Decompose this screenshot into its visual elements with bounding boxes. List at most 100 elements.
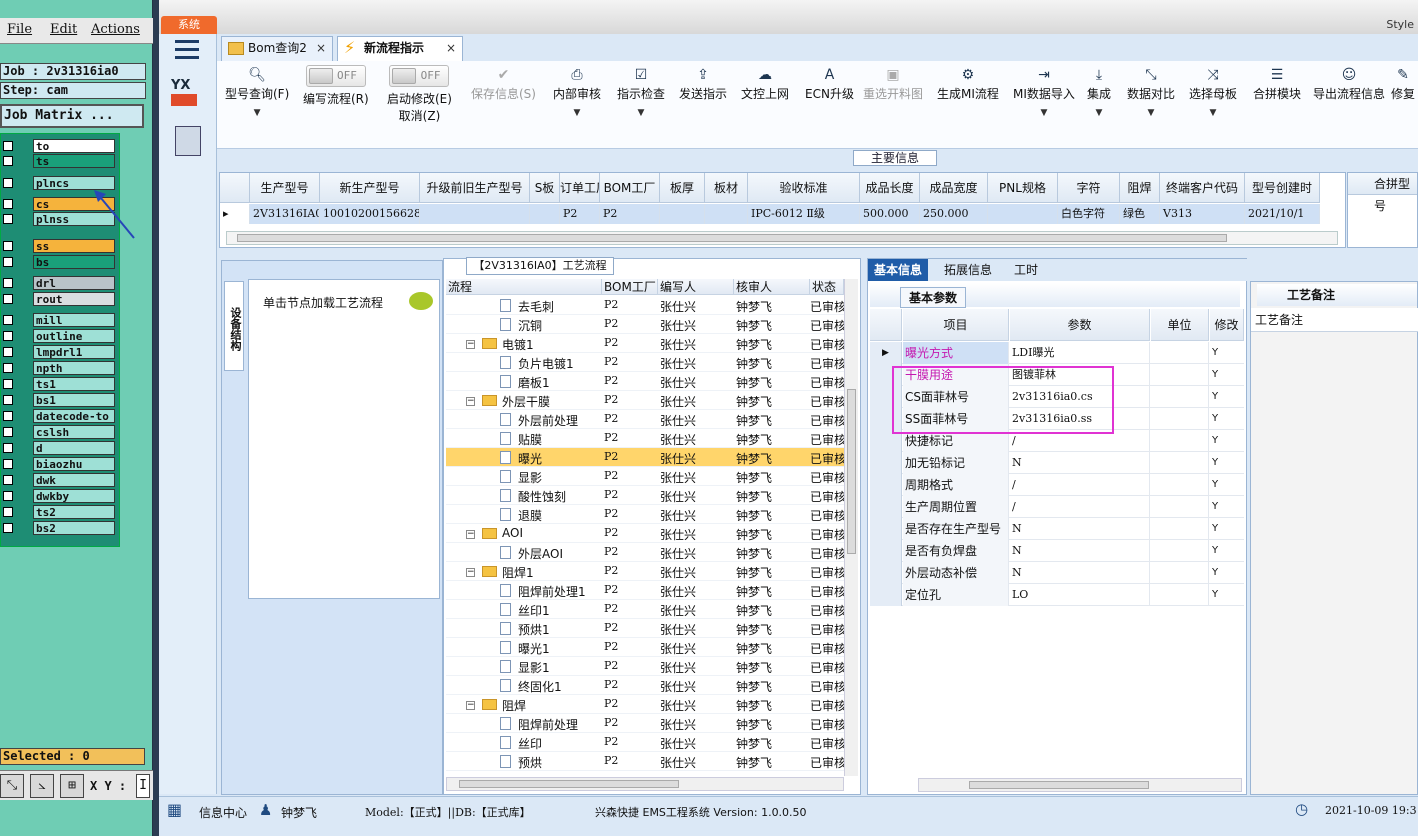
- column-header[interactable]: 验收标准: [748, 173, 860, 203]
- job-matrix-button[interactable]: Job Matrix ...: [0, 104, 144, 128]
- measure-icon[interactable]: ⦣: [30, 774, 54, 798]
- column-header[interactable]: 板材: [705, 173, 748, 203]
- tree-row[interactable]: 丝印 P2 张仕兴 钟梦飞 已审核: [446, 733, 844, 752]
- layer-checkbox[interactable]: [3, 475, 13, 485]
- tab-bom-query[interactable]: Bom查询2 ×: [221, 36, 333, 61]
- layer-name[interactable]: bs2: [33, 521, 115, 535]
- tab-basic-info[interactable]: 基本信息: [868, 259, 929, 281]
- layer-name[interactable]: datecode-to: [33, 409, 115, 423]
- style-label[interactable]: Style: [1386, 18, 1414, 31]
- yx-app-icon[interactable]: YX: [171, 78, 203, 112]
- tree-row[interactable]: 去毛刺 P2 张仕兴 钟梦飞 已审核: [446, 296, 844, 315]
- param-row[interactable]: 定位孔 LO Y: [870, 584, 1244, 606]
- table-cell[interactable]: P2: [600, 204, 660, 224]
- vertical-scrollbar[interactable]: [844, 279, 858, 776]
- layer-row[interactable]: rout: [1, 292, 119, 306]
- chevron-down-icon[interactable]: ▼: [1087, 108, 1111, 118]
- column-header[interactable]: 字符: [1058, 173, 1120, 203]
- param-value[interactable]: N: [1010, 452, 1150, 474]
- tab-work-hours[interactable]: 工时: [1008, 259, 1044, 281]
- layer-checkbox[interactable]: [3, 156, 13, 166]
- layer-name[interactable]: biaozhu: [33, 457, 115, 471]
- column-header[interactable]: 升级前旧生产型号: [420, 173, 530, 203]
- layer-checkbox[interactable]: [3, 178, 13, 188]
- column-header[interactable]: BOM工厂: [600, 173, 660, 203]
- layer-row[interactable]: mill: [1, 313, 119, 327]
- tree-row[interactable]: 预烘 P2 张仕兴 钟梦飞 已审核: [446, 752, 844, 771]
- tree-row[interactable]: 显影 P2 张仕兴 钟梦飞 已审核: [446, 467, 844, 486]
- layer-checkbox[interactable]: [3, 507, 13, 517]
- tree-row[interactable]: 外层前处理 P2 张仕兴 钟梦飞 已审核: [446, 410, 844, 429]
- column-header[interactable]: 流程: [446, 279, 602, 295]
- menu-icon[interactable]: [175, 40, 199, 60]
- tree-row[interactable]: − 阻焊1 P2 张仕兴 钟梦飞 已审核: [446, 562, 844, 581]
- layer-checkbox[interactable]: [3, 491, 13, 501]
- layer-row[interactable]: bs: [1, 255, 119, 269]
- chevron-down-icon[interactable]: ▼: [1189, 108, 1237, 118]
- layer-name[interactable]: outline: [33, 329, 115, 343]
- tree-row[interactable]: 退膜 P2 张仕兴 钟梦飞 已审核: [446, 505, 844, 524]
- layer-checkbox[interactable]: [3, 199, 13, 209]
- generate-mi-button[interactable]: ⚙ 生成MI流程: [937, 65, 999, 102]
- auto-modify-toggle[interactable]: OFF 启动修改(E) 取消(Z): [387, 65, 452, 124]
- layer-name[interactable]: bs: [33, 255, 115, 269]
- tree-row[interactable]: 曝光1 P2 张仕兴 钟梦飞 已审核: [446, 638, 844, 657]
- layer-checkbox[interactable]: [3, 331, 13, 341]
- column-header[interactable]: 型号创建时: [1245, 173, 1320, 203]
- layer-row[interactable]: ts: [1, 154, 119, 168]
- column-header[interactable]: 编写人: [658, 279, 734, 295]
- tree-row[interactable]: 酸性蚀刻 P2 张仕兴 钟梦飞 已审核: [446, 486, 844, 505]
- reselect-image-button[interactable]: ▣ 重选开料图: [863, 65, 923, 102]
- column-header[interactable]: 成品长度: [860, 173, 920, 203]
- zoom-icon[interactable]: ⤡: [0, 774, 24, 798]
- layer-checkbox[interactable]: [3, 459, 13, 469]
- param-value[interactable]: N: [1010, 562, 1150, 584]
- layer-checkbox[interactable]: [3, 427, 13, 437]
- layer-name[interactable]: d: [33, 441, 115, 455]
- layer-row[interactable]: datecode-to: [1, 409, 119, 423]
- column-header[interactable]: 成品宽度: [920, 173, 988, 203]
- params-grid[interactable]: 项目 参数 单位 修改 ▶ 曝光方式 LDI曝光 Y 干膜用途 图镀菲林 Y CS面菲林号 2v3131…: [870, 309, 1244, 609]
- export-info-button[interactable]: ☺ 导出流程信息: [1313, 65, 1385, 102]
- mi-import-button[interactable]: ⇥ MI数据导入 ▼: [1013, 65, 1075, 118]
- param-row[interactable]: 生产周期位置 / Y: [870, 496, 1244, 518]
- table-cell[interactable]: 2V31316IA0: [250, 204, 320, 224]
- tab-extended-info[interactable]: 拓展信息: [938, 259, 998, 281]
- send-instruction-button[interactable]: ⇪ 发送指示: [679, 65, 727, 102]
- table-cell[interactable]: 绿色: [1120, 204, 1160, 224]
- param-value[interactable]: LDI曝光: [1010, 342, 1150, 364]
- process-tree-table[interactable]: 流程 BOM工厂 编写人 核审人 状态 去毛刺 P2 张仕兴 钟梦飞 已审核 沉铜 P2 张仕兴 钟梦飞已…: [446, 279, 844, 776]
- tree-row[interactable]: 丝印1 P2 张仕兴 钟梦飞 已审核: [446, 600, 844, 619]
- tree-row[interactable]: 负片电镀1 P2 张仕兴 钟梦飞 已审核: [446, 353, 844, 372]
- table-cell[interactable]: 白色字符: [1058, 204, 1120, 224]
- table-cell[interactable]: V313: [1160, 204, 1245, 224]
- layer-row[interactable]: ts1: [1, 377, 119, 391]
- param-value[interactable]: 2v31316ia0.cs: [1010, 386, 1150, 408]
- tree-row[interactable]: − AOI P2 张仕兴 钟梦飞 已审核: [446, 524, 844, 543]
- table-cell[interactable]: 250.000: [920, 204, 988, 224]
- param-row[interactable]: 周期格式 / Y: [870, 474, 1244, 496]
- layer-checkbox[interactable]: [3, 523, 13, 533]
- param-row[interactable]: 加无铅标记 N Y: [870, 452, 1244, 474]
- param-row[interactable]: ▶ 曝光方式 LDI曝光 Y: [870, 342, 1244, 364]
- layer-row[interactable]: to: [1, 139, 119, 153]
- cancel-button[interactable]: 取消(Z): [399, 109, 441, 123]
- close-icon[interactable]: ×: [446, 37, 456, 60]
- column-header[interactable]: BOM工厂: [602, 279, 658, 295]
- layer-row[interactable]: biaozhu: [1, 457, 119, 471]
- combine-module-button[interactable]: ☰ 合拼模块: [1253, 65, 1301, 102]
- chevron-down-icon[interactable]: ▼: [1013, 108, 1075, 118]
- tree-row[interactable]: 磨板1 P2 张仕兴 钟梦飞 已审核: [446, 372, 844, 391]
- layer-name[interactable]: rout: [33, 292, 115, 306]
- tree-row[interactable]: 预烘1 P2 张仕兴 钟梦飞 已审核: [446, 619, 844, 638]
- layer-name[interactable]: lmpdrl1: [33, 345, 115, 359]
- system-button[interactable]: 系统: [161, 16, 217, 34]
- collapse-icon[interactable]: −: [466, 701, 475, 710]
- data-compare-button[interactable]: ⤡ 数据对比 ▼: [1127, 65, 1175, 118]
- collapse-icon[interactable]: −: [466, 568, 475, 577]
- table-cell[interactable]: IPC-6012 Ⅱ级: [748, 204, 860, 224]
- integrate-button[interactable]: ⤓ 集成 ▼: [1087, 65, 1111, 118]
- toggle-switch[interactable]: OFF: [305, 65, 366, 87]
- layer-row[interactable]: bs1: [1, 393, 119, 407]
- column-header[interactable]: 项目: [903, 309, 1009, 341]
